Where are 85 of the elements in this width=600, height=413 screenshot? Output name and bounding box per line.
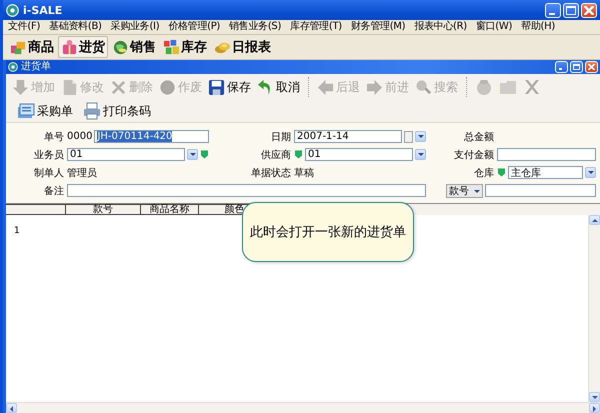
menu-item[interactable]: 库存管理(T) bbox=[289, 21, 343, 33]
date-field[interactable]: 2007-1-14 bbox=[294, 130, 402, 143]
menu-item[interactable]: 报表中心(R) bbox=[413, 21, 468, 33]
column-header: 款号 bbox=[66, 204, 141, 215]
dropdown-button[interactable] bbox=[585, 167, 596, 178]
scroll-up-button[interactable] bbox=[589, 215, 600, 225]
close-icon bbox=[523, 78, 541, 96]
document-title: 进货单 bbox=[21, 61, 52, 73]
window-title: i-SALE bbox=[23, 4, 64, 16]
field-label: 总金额 bbox=[463, 130, 494, 144]
dropdown-button[interactable] bbox=[415, 149, 426, 160]
menu-item[interactable]: 基础资料(B) bbox=[48, 21, 103, 33]
search-icon bbox=[415, 78, 432, 96]
input-field[interactable]: JH-070114-420 bbox=[94, 130, 209, 143]
menu-item[interactable]: 窗口(W) bbox=[474, 21, 514, 33]
toolbar-button[interactable]: 保存 bbox=[206, 76, 253, 98]
menu-item[interactable]: 帮助(H) bbox=[520, 21, 556, 33]
field-label: 制单人 bbox=[33, 166, 64, 180]
cross-icon bbox=[110, 78, 127, 96]
close-button[interactable] bbox=[581, 2, 597, 18]
action-button[interactable]: 采购单 bbox=[16, 101, 74, 121]
selected-text: JH-070114-420 bbox=[97, 131, 172, 142]
vertical-scrollbar[interactable] bbox=[588, 215, 600, 402]
field-label: 支付金额 bbox=[453, 148, 494, 162]
globe-icon bbox=[112, 38, 129, 56]
horizontal-scrollbar[interactable] bbox=[6, 402, 600, 413]
field-label: 日期 bbox=[270, 130, 291, 144]
menu-item[interactable]: 财务管理(M) bbox=[350, 21, 406, 33]
menu-item[interactable]: 采购业务(I) bbox=[110, 21, 160, 33]
ball-icon bbox=[475, 78, 493, 96]
field-label: 供应商 bbox=[260, 148, 291, 162]
menu-item[interactable]: 文件(F) bbox=[7, 21, 42, 33]
scroll-down-button[interactable] bbox=[589, 392, 600, 402]
callout-bubble: 此时会打开一张新的进货单 bbox=[242, 202, 414, 262]
combo-box[interactable]: 01 bbox=[305, 148, 413, 161]
dropdown-button[interactable] bbox=[415, 131, 426, 142]
maximize-button[interactable] bbox=[570, 61, 583, 73]
dropdown-button[interactable] bbox=[187, 149, 198, 160]
field-value: 草稿 bbox=[294, 166, 314, 180]
circle-icon bbox=[159, 78, 176, 96]
printer-icon bbox=[83, 102, 101, 120]
app-icon bbox=[6, 4, 19, 16]
column-header bbox=[6, 204, 66, 215]
minimize-button[interactable] bbox=[555, 61, 568, 73]
combo-box[interactable]: 主仓库 bbox=[508, 166, 583, 179]
action-button[interactable]: 打印条码 bbox=[82, 101, 152, 121]
scroll-left-button[interactable] bbox=[6, 403, 17, 413]
folder-icon bbox=[499, 78, 517, 96]
quick-button[interactable]: 商品 bbox=[7, 36, 57, 58]
field-value: 管理员 bbox=[67, 166, 97, 180]
toolbar-button[interactable]: 取消 bbox=[255, 76, 302, 98]
right-arrow-icon bbox=[366, 78, 383, 96]
gift-icon bbox=[61, 38, 78, 56]
input-field[interactable] bbox=[67, 184, 426, 197]
column-select[interactable]: 款号 bbox=[446, 184, 483, 198]
marker-icon bbox=[294, 150, 303, 159]
documents-icon bbox=[17, 102, 35, 120]
quick-button[interactable]: 进货 bbox=[58, 36, 108, 58]
quick-button[interactable]: 库存 bbox=[160, 36, 210, 58]
menu-item[interactable]: 销售业务(S) bbox=[228, 21, 282, 33]
input-field[interactable] bbox=[485, 184, 596, 197]
app-icon bbox=[8, 62, 18, 72]
field-label: 单号 bbox=[43, 130, 64, 144]
close-button[interactable] bbox=[585, 61, 598, 73]
row-number: 1 bbox=[14, 226, 20, 236]
blocks-icon bbox=[163, 38, 180, 56]
prefix-text: 0000 bbox=[67, 131, 92, 142]
input-field[interactable] bbox=[497, 148, 596, 161]
menu-item[interactable]: 价格管理(P) bbox=[167, 21, 222, 33]
document-icon bbox=[61, 78, 78, 96]
down-arrow-icon bbox=[12, 78, 29, 96]
quick-button[interactable]: 销售 bbox=[109, 36, 159, 58]
field-label: 备注 bbox=[43, 184, 64, 198]
marker-icon bbox=[497, 168, 506, 177]
field-label: 业务员 bbox=[33, 148, 64, 162]
maximize-button[interactable] bbox=[563, 2, 579, 18]
left-arrow-icon bbox=[317, 78, 334, 96]
column-header: 商品名称 bbox=[141, 204, 199, 215]
quick-button[interactable]: 日报表 bbox=[211, 36, 274, 58]
minimize-button[interactable] bbox=[545, 2, 561, 18]
field-label: 仓库 bbox=[473, 166, 494, 180]
scroll-right-button[interactable] bbox=[589, 403, 600, 413]
combo-box[interactable]: 01 bbox=[67, 148, 185, 161]
marker-icon bbox=[200, 150, 209, 159]
field-label: 单据状态 bbox=[250, 166, 291, 180]
